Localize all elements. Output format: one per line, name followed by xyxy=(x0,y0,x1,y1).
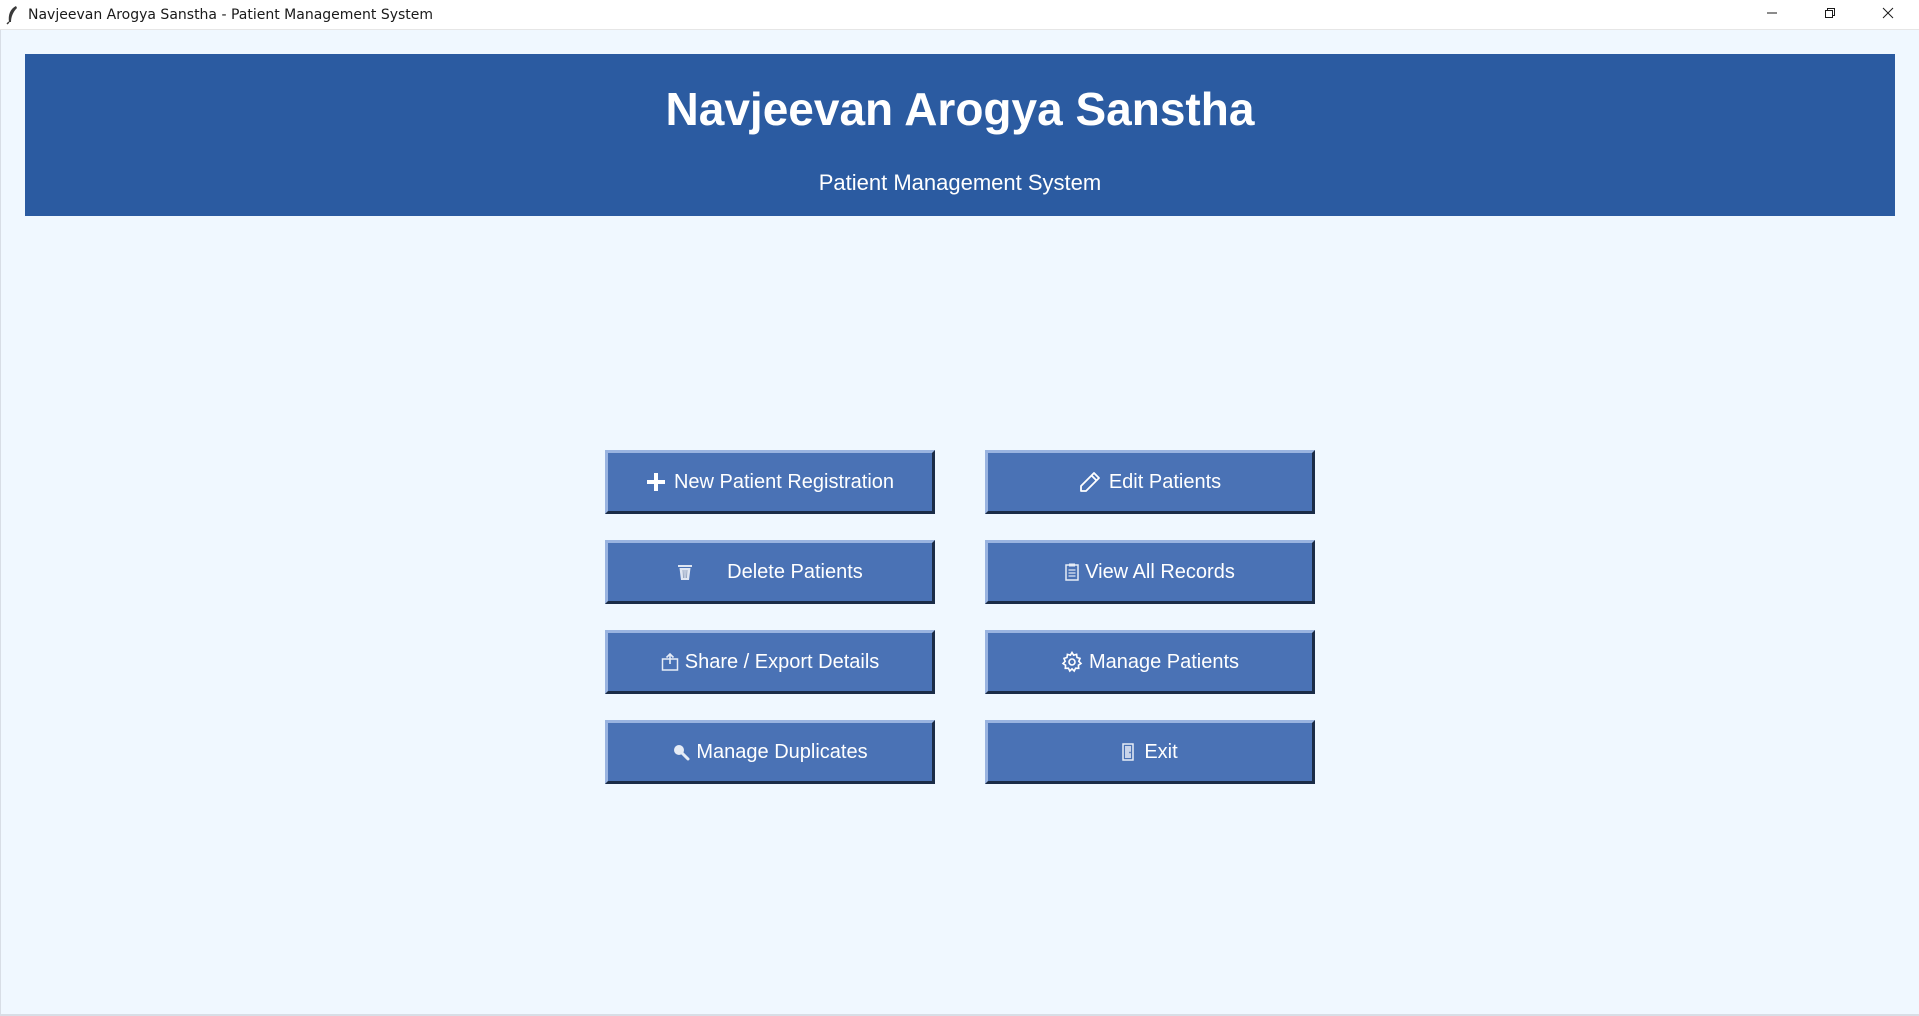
button-label: New Patient Registration xyxy=(673,470,895,493)
gear-icon xyxy=(1061,651,1083,673)
button-label: Manage Patients xyxy=(1088,650,1240,673)
window-title: Navjeevan Arogya Sanstha - Patient Manag… xyxy=(28,7,434,23)
export-icon xyxy=(661,653,679,671)
button-label: View All Records xyxy=(1085,560,1235,583)
new-patient-registration-button[interactable]: New Patient Registration xyxy=(605,450,935,514)
window-border xyxy=(0,30,1,1016)
door-icon xyxy=(1122,743,1135,761)
plus-icon xyxy=(646,472,666,492)
button-label: Delete Patients xyxy=(727,560,863,583)
delete-patients-button[interactable]: Delete Patients xyxy=(605,540,935,604)
view-all-records-button[interactable]: View All Records xyxy=(985,540,1315,604)
manage-duplicates-button[interactable]: Manage Duplicates xyxy=(605,720,935,784)
magnifier-icon xyxy=(672,743,690,761)
title-bar: Navjeevan Arogya Sanstha - Patient Manag… xyxy=(0,0,1919,30)
trash-icon xyxy=(677,563,693,581)
restore-icon xyxy=(1824,6,1836,24)
page-subtitle: Patient Management System xyxy=(818,170,1102,195)
close-icon xyxy=(1882,6,1894,24)
minimize-icon xyxy=(1766,6,1778,24)
clipboard-icon xyxy=(1065,563,1079,581)
exit-button[interactable]: Exit xyxy=(985,720,1315,784)
header-banner: Navjeevan Arogya Sanstha Patient Managem… xyxy=(25,54,1895,216)
feather-icon xyxy=(4,5,22,25)
minimize-button[interactable] xyxy=(1743,0,1801,30)
button-label: Manage Duplicates xyxy=(696,740,868,763)
close-button[interactable] xyxy=(1859,0,1917,30)
button-label: Exit xyxy=(1144,740,1178,763)
manage-patients-button[interactable]: Manage Patients xyxy=(985,630,1315,694)
button-label: Edit Patients xyxy=(1108,470,1222,493)
share-export-details-button[interactable]: Share / Export Details xyxy=(605,630,935,694)
pencil-icon xyxy=(1079,471,1101,493)
page-title: Navjeevan Arogya Sanstha xyxy=(665,83,1255,135)
restore-button[interactable] xyxy=(1801,0,1859,30)
edit-patients-button[interactable]: Edit Patients xyxy=(985,450,1315,514)
button-label: Share / Export Details xyxy=(684,650,880,673)
